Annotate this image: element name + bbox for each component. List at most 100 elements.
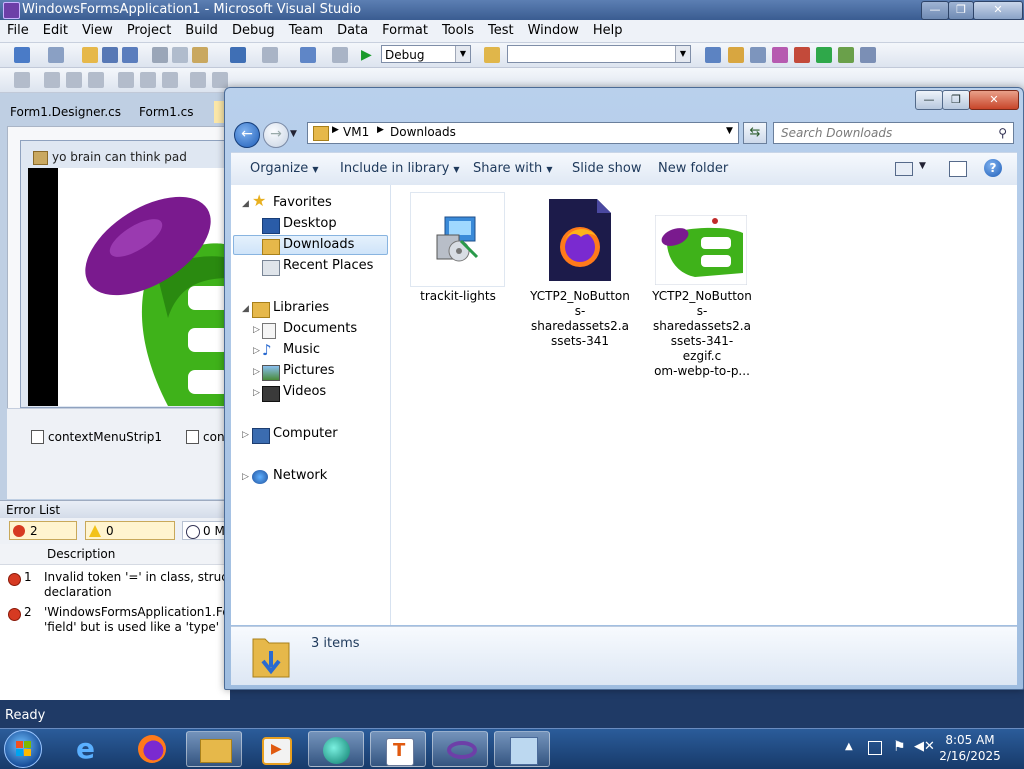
nav-libraries[interactable]: Libraries	[273, 299, 329, 317]
collapsed-triangle-icon[interactable]: ▷	[253, 346, 260, 356]
breadcrumb-downloads[interactable]: Downloads	[390, 125, 456, 139]
menu-edit[interactable]: Edit	[36, 20, 75, 42]
firefox-taskbar-button[interactable]	[124, 731, 180, 767]
menu-help[interactable]: Help	[586, 20, 630, 42]
address-bar[interactable]: ▶ VM1 ▶ Downloads ▼	[307, 122, 739, 144]
start-debugging-icon[interactable]: ▶	[361, 47, 377, 63]
messages-filter-button[interactable]: 0 M	[182, 521, 230, 540]
collapsed-triangle-icon[interactable]: ▷	[253, 325, 260, 335]
align-rights-icon[interactable]	[88, 72, 104, 88]
add-item-icon[interactable]	[48, 47, 64, 63]
align-bottoms-icon[interactable]	[162, 72, 178, 88]
find-combo[interactable]: ▼	[507, 45, 691, 63]
menu-view[interactable]: View	[75, 20, 120, 42]
align-lefts-icon[interactable]	[44, 72, 60, 88]
media-player-taskbar-button[interactable]: ▶	[248, 731, 304, 767]
expanded-triangle-icon[interactable]: ◢	[242, 199, 249, 209]
find-in-files-icon[interactable]	[484, 47, 500, 63]
nav-computer[interactable]: Computer	[273, 425, 338, 443]
collapsed-triangle-icon[interactable]: ▷	[242, 472, 249, 482]
tool-taskbar-button[interactable]: T	[370, 731, 426, 767]
include-in-library-button[interactable]: Include in library ▼	[340, 153, 460, 185]
collapsed-triangle-icon[interactable]: ▷	[253, 367, 260, 377]
cut-icon[interactable]	[152, 47, 168, 63]
collapsed-triangle-icon[interactable]: ▷	[253, 388, 260, 398]
save-icon[interactable]	[102, 47, 118, 63]
search-input[interactable]: Search Downloads ⚲	[773, 122, 1014, 144]
chevron-down-icon[interactable]: ▼	[919, 161, 926, 171]
refresh-button[interactable]: ⇆	[743, 122, 767, 144]
open-folder-icon[interactable]	[82, 47, 98, 63]
menu-file[interactable]: File	[0, 20, 36, 42]
make-same-width-icon[interactable]	[190, 72, 206, 88]
solution-explorer-icon[interactable]	[705, 47, 721, 63]
tray-item-contextmenustrip1[interactable]: contextMenuStrip1	[48, 430, 162, 444]
tab-form1-cs[interactable]: Form1.cs	[133, 101, 200, 123]
network-tray-icon[interactable]	[868, 741, 882, 755]
align-tops-icon[interactable]	[118, 72, 134, 88]
undo-icon[interactable]	[230, 47, 246, 63]
menu-team[interactable]: Team	[282, 20, 330, 42]
nav-recent-places[interactable]: Recent Places	[283, 257, 373, 275]
show-hidden-icons-icon[interactable]: ▲	[845, 741, 853, 752]
make-same-height-icon[interactable]	[212, 72, 228, 88]
nav-desktop[interactable]: Desktop	[283, 215, 337, 233]
share-with-button[interactable]: Share with ▼	[473, 153, 553, 185]
menu-data[interactable]: Data	[330, 20, 375, 42]
volume-muted-icon[interactable]: ◀✕	[914, 739, 935, 754]
menu-project[interactable]: Project	[120, 20, 178, 42]
redo-icon[interactable]	[262, 47, 278, 63]
new-folder-button[interactable]: New folder	[658, 153, 728, 184]
align-to-grid-icon[interactable]	[14, 72, 30, 88]
search-icon[interactable]: ⚲	[998, 123, 1007, 143]
menu-debug[interactable]: Debug	[225, 20, 282, 42]
nav-documents[interactable]: Documents	[283, 320, 357, 338]
navigate-forward-icon[interactable]	[332, 47, 348, 63]
back-button[interactable]: ←	[234, 122, 260, 148]
nav-downloads[interactable]: Downloads	[283, 236, 354, 254]
errors-filter-button[interactable]: 2 Errors	[9, 521, 77, 557]
internet-explorer-taskbar-button[interactable]: e	[62, 731, 118, 767]
save-all-icon[interactable]	[122, 47, 138, 63]
vs-close-button[interactable]: ✕	[973, 1, 1023, 20]
preview-pane-icon[interactable]	[949, 161, 967, 177]
recent-pages-chevron-icon[interactable]: ▼	[290, 129, 297, 139]
tray-item-con[interactable]: con	[203, 430, 225, 444]
menu-tools[interactable]: Tools	[435, 20, 481, 42]
explorer-close-button[interactable]: ✕	[969, 90, 1019, 110]
vs-maximize-button[interactable]: ❐	[948, 1, 974, 20]
app-taskbar-button[interactable]	[308, 731, 364, 767]
green-image-icon[interactable]	[655, 215, 747, 285]
align-centers-icon[interactable]	[66, 72, 82, 88]
menu-test[interactable]: Test	[481, 20, 521, 42]
start-button[interactable]	[4, 730, 42, 768]
column-description[interactable]: Description	[47, 547, 115, 561]
new-project-icon[interactable]	[14, 47, 30, 63]
system-clock[interactable]: 8:05 AM 2/16/2025	[936, 732, 1004, 764]
explorer-minimize-button[interactable]: —	[915, 90, 943, 110]
visual-studio-taskbar-button[interactable]	[432, 731, 488, 767]
team-explorer-icon[interactable]	[838, 47, 854, 63]
warnings-filter-button[interactable]: 0 Warnings	[85, 521, 175, 557]
control-panel-taskbar-button[interactable]	[494, 731, 550, 767]
change-view-icon[interactable]	[895, 162, 913, 176]
nav-music[interactable]: Music	[283, 341, 320, 359]
help-icon[interactable]: ?	[984, 159, 1002, 177]
expanded-triangle-icon[interactable]: ◢	[242, 304, 249, 314]
align-middles-icon[interactable]	[140, 72, 156, 88]
organize-button[interactable]: Organize ▼	[250, 153, 319, 185]
menu-format[interactable]: Format	[375, 20, 435, 42]
explorer-taskbar-button[interactable]	[186, 731, 242, 767]
start-page-icon[interactable]	[794, 47, 810, 63]
forward-button[interactable]: →	[263, 122, 289, 148]
copy-icon[interactable]	[172, 47, 188, 63]
menu-build[interactable]: Build	[178, 20, 225, 42]
nav-network[interactable]: Network	[273, 467, 327, 485]
nav-favorites[interactable]: Favorites	[273, 194, 332, 212]
firefox-file-icon[interactable]	[547, 197, 613, 283]
nav-videos[interactable]: Videos	[283, 383, 326, 401]
vs-minimize-button[interactable]: —	[921, 1, 949, 20]
chevron-down-icon[interactable]: ▼	[726, 126, 733, 136]
paste-icon[interactable]	[192, 47, 208, 63]
navigate-backward-icon[interactable]	[300, 47, 316, 63]
